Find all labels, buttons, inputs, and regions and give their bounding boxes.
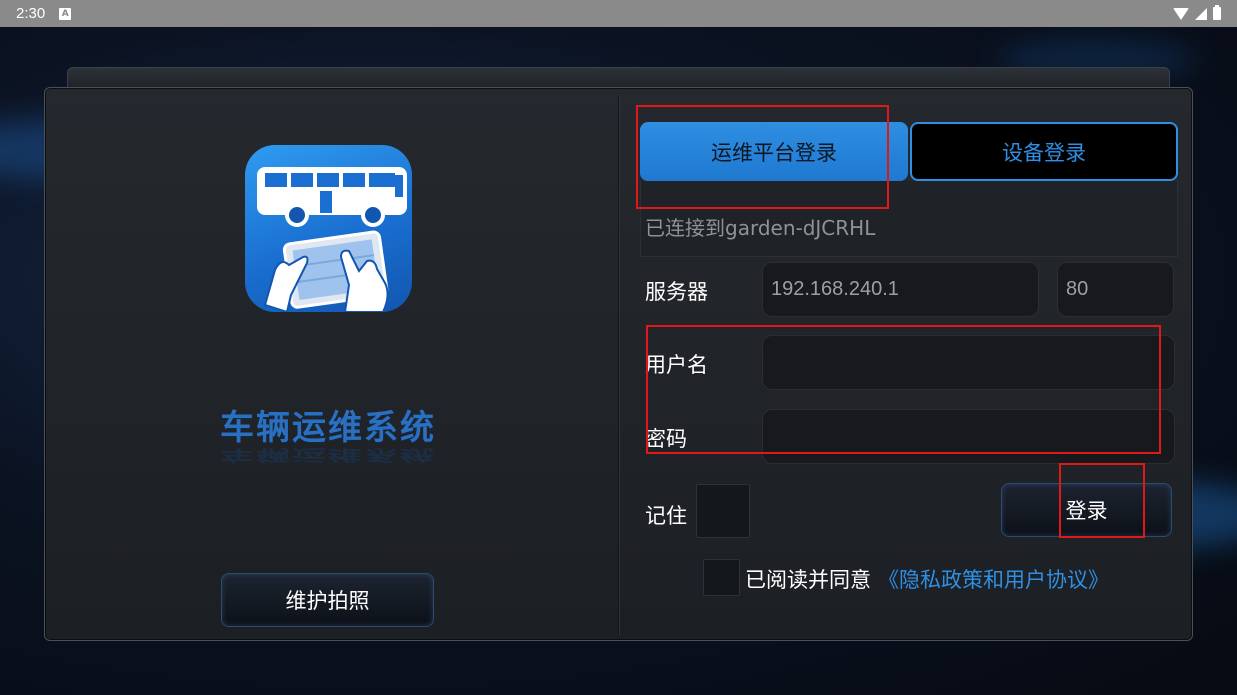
remember-checkbox[interactable] (696, 484, 750, 538)
annotation-box (646, 325, 1161, 454)
server-address-input[interactable]: 192.168.240.1 (762, 262, 1039, 317)
wifi-icon (1173, 7, 1189, 20)
tab-device-login[interactable]: 设备登录 (910, 122, 1178, 181)
remember-label: 记住 (645, 504, 687, 528)
status-icons (1173, 5, 1221, 20)
server-label: 服务器 (645, 280, 708, 304)
annotation-box (1059, 463, 1145, 538)
privacy-policy-link[interactable]: 《隐私政策和用户协议》 (878, 564, 1109, 594)
panel-divider (618, 95, 619, 635)
maintenance-photo-button[interactable]: 维护拍照 (221, 573, 434, 627)
server-port-input[interactable]: 80 (1057, 262, 1174, 317)
agree-text: 已阅读并同意 (745, 568, 871, 592)
status-time: 2:30 (16, 5, 46, 22)
connection-status-text: 已连接到garden-dJCRHL (645, 216, 876, 240)
annotation-box (636, 105, 889, 209)
app-notification-icon: A (59, 7, 72, 20)
status-bar: 2:30 A (0, 0, 1237, 27)
app-title-reflection: 车辆运维系统 (220, 445, 436, 464)
agree-checkbox[interactable] (703, 559, 740, 596)
battery-icon (1213, 5, 1221, 20)
app-title: 车辆运维系统 (220, 408, 436, 448)
bus-tablet-logo-icon (245, 145, 412, 312)
signal-icon (1195, 7, 1207, 20)
